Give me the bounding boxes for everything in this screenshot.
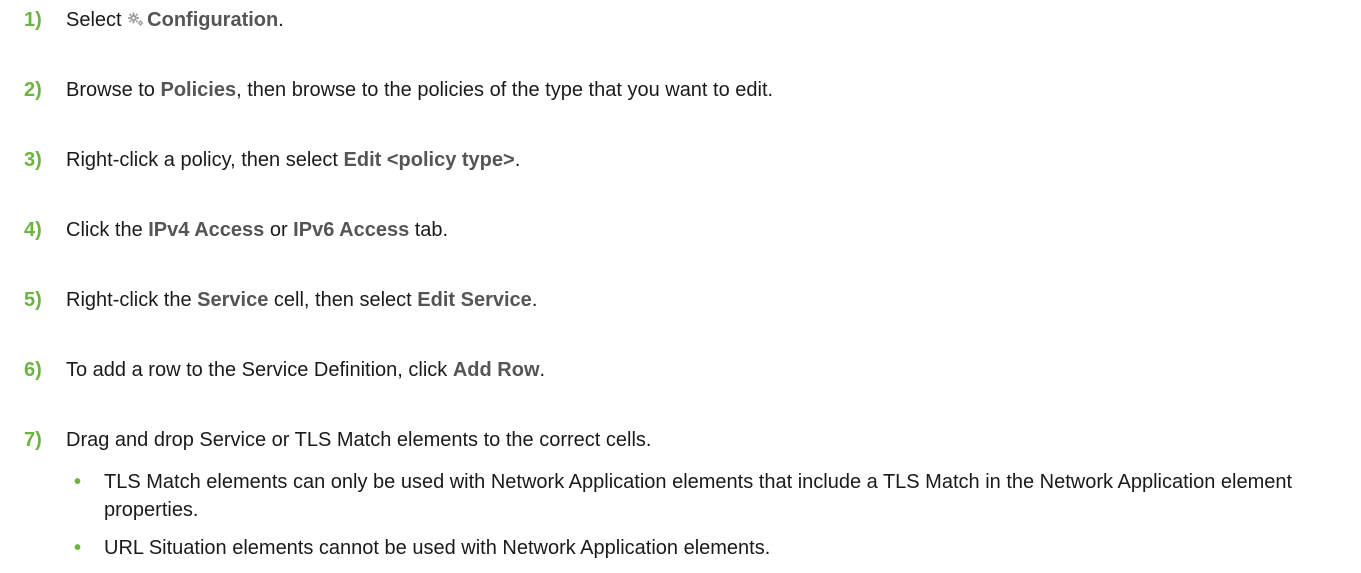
ui-term: Service <box>197 289 269 311</box>
bullet-marker: • <box>74 471 82 493</box>
ui-term: IPv6 Access <box>293 219 410 241</box>
gear-icon <box>127 11 145 27</box>
step-number: 3) <box>24 149 42 171</box>
ui-term: IPv4 Access <box>148 219 265 241</box>
step-text: Select Configuration. <box>66 9 284 31</box>
step-number: 2) <box>24 79 42 101</box>
step-text: Browse to Policies, then browse to the p… <box>66 79 774 101</box>
ui-term: Edit Service <box>417 289 532 311</box>
ui-term: Edit <policy type> <box>343 149 515 171</box>
step-text: Right-click a policy, then select Edit <… <box>66 149 521 171</box>
ui-term: Add Row <box>452 359 540 381</box>
step-number: 7) <box>24 429 42 451</box>
step-number: 4) <box>24 219 42 241</box>
ui-term: Configuration <box>147 9 279 31</box>
step-text: Drag and drop Service or TLS Match eleme… <box>66 429 652 451</box>
step-text: Right-click the Service cell, then selec… <box>66 289 538 311</box>
step-number: 5) <box>24 289 42 311</box>
step-number: 6) <box>24 359 42 381</box>
bullet-text: TLS Match elements can only be used with… <box>104 471 1293 521</box>
bullet-marker: • <box>74 537 82 559</box>
bullet-text: URL Situation elements cannot be used wi… <box>104 537 771 559</box>
step-number: 1) <box>24 9 42 31</box>
ui-term: Policies <box>160 79 237 101</box>
step-text: Click the IPv4 Access or IPv6 Access tab… <box>66 219 449 241</box>
step-text: To add a row to the Service Definition, … <box>66 359 546 381</box>
